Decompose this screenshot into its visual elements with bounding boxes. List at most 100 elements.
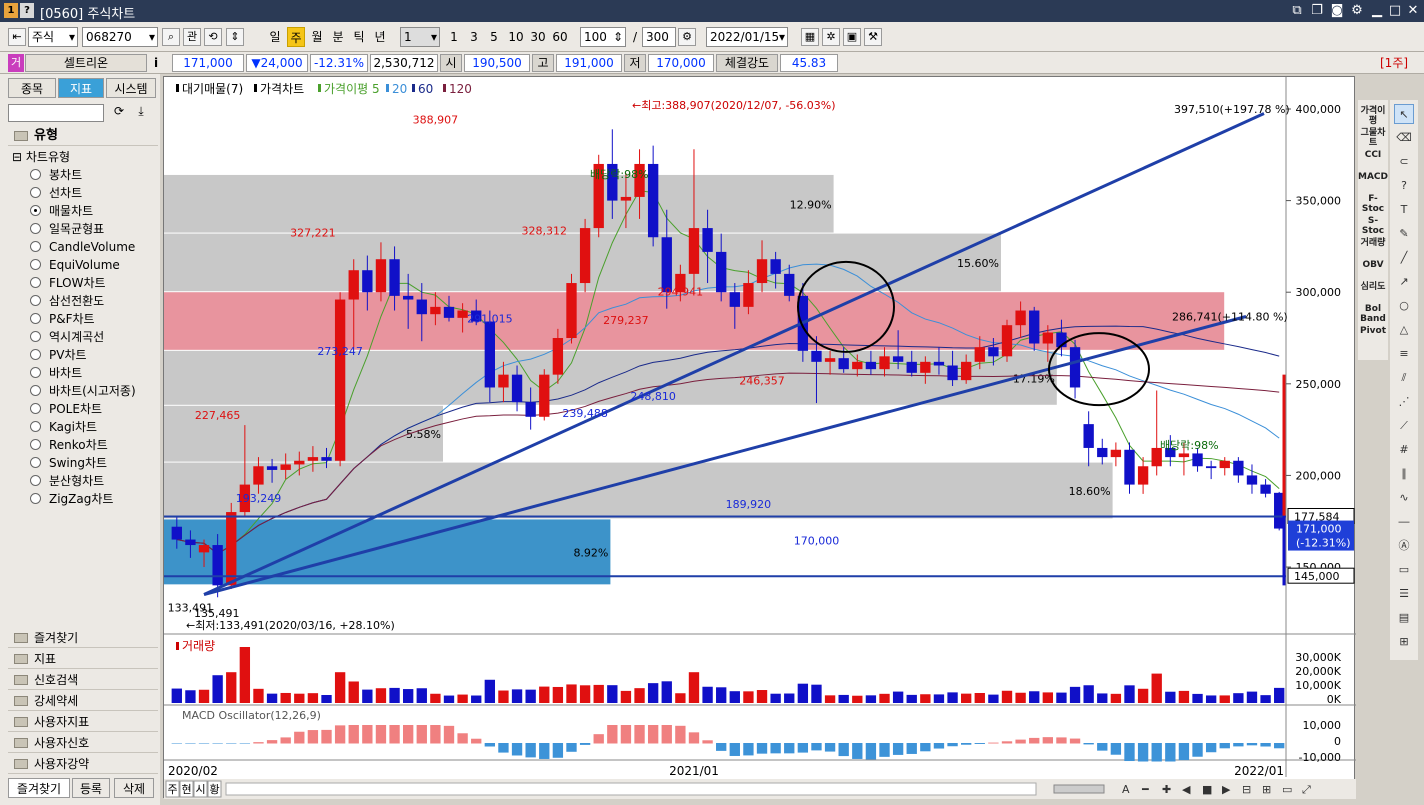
chart-type-option[interactable]: 매물차트 (30, 202, 93, 220)
chart-type-option[interactable]: POLE차트 (30, 400, 102, 418)
stock-code-input[interactable]: 068270 ▾ (82, 27, 158, 47)
tab-system[interactable]: 시스템 (106, 78, 156, 98)
refresh-icon[interactable]: ⟳ (110, 104, 128, 122)
bottom-tab-favorites[interactable]: 즐겨찾기 (8, 778, 70, 798)
chart-type-option[interactable]: EquiVolume (30, 256, 120, 274)
chart-type-option[interactable]: 바차트(시고저종) (30, 382, 136, 400)
eraser-icon[interactable]: ⌫ (1394, 128, 1414, 148)
count-select[interactable]: 1 ▾ (400, 27, 440, 47)
line-icon[interactable]: ╱ (1394, 248, 1414, 268)
download-icon[interactable]: ⤓ (132, 104, 150, 122)
interval-10[interactable]: 10 (506, 27, 526, 47)
indicator-shortcut[interactable]: CCI (1358, 150, 1388, 160)
chart-window-icon[interactable]: ▦ (801, 28, 819, 46)
chart-type-option[interactable]: CandleVolume (30, 238, 135, 256)
section-type[interactable]: 유형 (8, 126, 158, 146)
gann-icon[interactable]: ⋰ (1394, 392, 1414, 412)
chart-type-option[interactable]: P&F차트 (30, 310, 95, 328)
interval-5[interactable]: 5 (486, 27, 502, 47)
subsection-chart-type[interactable]: ⊟ 차트유형 (12, 148, 70, 165)
magnet-icon[interactable]: ⊂ (1394, 152, 1414, 172)
indicator-shortcut[interactable]: MACD (1358, 172, 1388, 182)
date-picker[interactable]: 2022/01/15 ▾ (706, 27, 788, 47)
chart-type-option[interactable]: 역시계곡선 (30, 328, 104, 346)
circle-icon[interactable]: ○ (1394, 296, 1414, 316)
window-badge-1[interactable]: 1 (4, 3, 18, 18)
camera-icon[interactable]: ◙ (1328, 2, 1346, 20)
chart-type-option[interactable]: 봉차트 (30, 166, 82, 184)
info-icon[interactable]: i (154, 54, 164, 72)
indicator-shortcut[interactable]: 가격이평 (1358, 106, 1388, 126)
chart-type-option[interactable]: 선차트 (30, 184, 82, 202)
parallel-icon[interactable]: ∥ (1394, 464, 1414, 484)
indicator-shortcut[interactable]: 거래량 (1358, 238, 1388, 248)
indicator-shortcut[interactable]: 심리도 (1358, 282, 1388, 292)
interval-3[interactable]: 3 (466, 27, 482, 47)
chart-type-option[interactable]: 바차트 (30, 364, 82, 382)
channel-icon[interactable]: ⫽ (1394, 368, 1414, 388)
folder-item[interactable]: 사용자강약 (8, 754, 158, 774)
indicator-shortcut[interactable]: 그물차트 (1358, 128, 1388, 148)
copy-icon[interactable]: ❐ (1308, 2, 1326, 20)
prev-stock-icon[interactable]: ⇤ (8, 28, 26, 46)
folder-item[interactable]: 신호검색 (8, 670, 158, 690)
folder-item[interactable]: 강세약세 (8, 691, 158, 711)
period-day[interactable]: 일 (266, 27, 284, 47)
folder-item[interactable]: 사용자지표 (8, 712, 158, 732)
interval-30[interactable]: 30 (528, 27, 548, 47)
chart-area[interactable]: 8.92% 18.60% 17.19% 5.58% 15.60% 12.90% 400,00… (163, 76, 1356, 799)
market-select[interactable]: 주식 ▾ (28, 27, 78, 47)
settings-small-icon[interactable]: ⚙ (678, 28, 696, 46)
tools-icon[interactable]: ⚒ (864, 28, 882, 46)
close-icon[interactable]: ✕ (1404, 2, 1422, 20)
maximize-icon[interactable]: □ (1386, 2, 1404, 20)
bottom-tab-register[interactable]: 등록 (72, 778, 110, 798)
wave-icon[interactable]: ∿ (1394, 488, 1414, 508)
help-badge[interactable]: ? (20, 3, 34, 18)
period-month[interactable]: 월 (308, 27, 326, 47)
interval-1[interactable]: 1 (446, 27, 462, 47)
indicator-search-input[interactable] (8, 104, 104, 122)
folder-item[interactable]: 즐겨찾기 (8, 628, 158, 648)
indicator-shortcut[interactable]: OBV (1358, 260, 1388, 270)
hline-icon[interactable]: ― (1394, 512, 1414, 532)
total-count-input[interactable]: 300 (642, 27, 676, 47)
chart-type-option[interactable]: 삼선전환도 (30, 292, 104, 310)
stock-name[interactable]: 셀트리온 (25, 54, 147, 72)
pattern-icon[interactable]: ⊞ (1394, 632, 1414, 652)
chart-type-option[interactable]: ZigZag차트 (30, 490, 113, 508)
indicator-shortcut[interactable]: Bol Band (1358, 304, 1388, 324)
indicator-shortcut[interactable]: F-Stoc (1358, 194, 1388, 214)
text-icon[interactable]: T (1394, 200, 1414, 220)
indicator-shortcut[interactable]: S-Stoc (1358, 216, 1388, 236)
search-icon[interactable]: ⌕ (162, 28, 180, 46)
auto-icon[interactable]: Ⓐ (1394, 536, 1414, 556)
list-icon[interactable]: ☰ (1394, 584, 1414, 604)
gwan-button[interactable]: 관 (183, 28, 201, 46)
ray-icon[interactable]: ↗ (1394, 272, 1414, 292)
tab-stock[interactable]: 종목 (8, 78, 56, 98)
indicator-shortcut[interactable]: Pivot (1358, 326, 1388, 336)
help-icon[interactable]: ? (1394, 176, 1414, 196)
config-icon[interactable]: ✲ (822, 28, 840, 46)
grid-draw-icon[interactable]: # (1394, 440, 1414, 460)
fibonacci-icon[interactable]: ≡ (1394, 344, 1414, 364)
window-icon[interactable]: ▭ (1394, 560, 1414, 580)
gear-icon[interactable]: ⚙ (1348, 2, 1366, 20)
chart-type-option[interactable]: PV차트 (30, 346, 87, 364)
period-year[interactable]: 년 (371, 27, 389, 47)
chart-type-option[interactable]: Kagi차트 (30, 418, 97, 436)
save-icon[interactable]: ▣ (843, 28, 861, 46)
tab-indicator[interactable]: 지표 (58, 78, 104, 98)
chart-icon[interactable]: ▤ (1394, 608, 1414, 628)
period-tick[interactable]: 틱 (350, 27, 368, 47)
cursor-icon[interactable]: ↖ (1394, 104, 1414, 124)
chart-type-option[interactable]: Renko차트 (30, 436, 108, 454)
bottom-tab-delete[interactable]: 삭제 (114, 778, 154, 798)
triangle-icon[interactable]: △ (1394, 320, 1414, 340)
link-icon[interactable]: ⧉ (1288, 2, 1306, 20)
period-minute[interactable]: 분 (329, 27, 347, 47)
interval-60[interactable]: 60 (550, 27, 570, 47)
view-count-input[interactable]: 100 ⇕ (580, 27, 626, 47)
chart-type-option[interactable]: FLOW차트 (30, 274, 106, 292)
